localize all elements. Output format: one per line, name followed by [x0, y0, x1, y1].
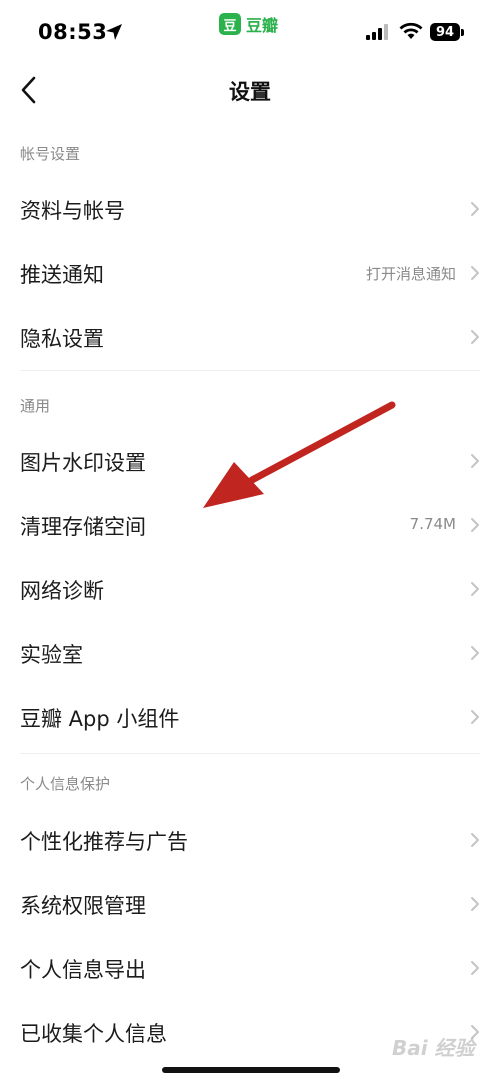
- chevron-right-icon: [471, 518, 479, 532]
- section-header-privacy-protection: 个人信息保护: [20, 775, 111, 793]
- battery-level: 94: [430, 23, 460, 41]
- section-divider: [20, 370, 480, 371]
- chevron-right-icon: [471, 202, 479, 216]
- row-network-diagnosis[interactable]: 网络诊断: [0, 557, 500, 621]
- app-name: 豆瓣: [246, 16, 279, 35]
- row-label: 已收集个人信息: [20, 1022, 167, 1046]
- row-image-watermark[interactable]: 图片水印设置: [0, 429, 500, 493]
- row-label: 实验室: [20, 643, 83, 667]
- chevron-right-icon: [471, 330, 479, 344]
- signal-icon: [366, 24, 388, 40]
- douban-logo-icon: 豆: [219, 13, 241, 35]
- row-clear-storage[interactable]: 清理存储空间 7.74M: [0, 493, 500, 557]
- chevron-right-icon: [471, 266, 479, 280]
- row-label: 资料与帐号: [20, 199, 125, 223]
- status-time: 08:53: [38, 20, 108, 44]
- row-personalized-ads[interactable]: 个性化推荐与广告: [0, 808, 500, 872]
- row-label: 推送通知: [20, 263, 104, 287]
- row-profile-account[interactable]: 资料与帐号: [0, 177, 500, 241]
- app-indicator: 豆 豆瓣: [219, 10, 278, 38]
- row-push-notifications[interactable]: 推送通知 打开消息通知: [0, 241, 500, 305]
- location-arrow-icon: [106, 24, 122, 40]
- wifi-icon: [399, 22, 423, 39]
- row-label: 豆瓣 App 小组件: [20, 707, 180, 731]
- chevron-right-icon: [471, 833, 479, 847]
- chevron-right-icon: [471, 897, 479, 911]
- chevron-right-icon: [471, 710, 479, 724]
- row-value: 7.74M: [409, 515, 456, 533]
- chevron-right-icon: [471, 646, 479, 660]
- row-export-personal-info[interactable]: 个人信息导出: [0, 936, 500, 1000]
- section-header-general: 通用: [20, 397, 51, 415]
- row-app-widget[interactable]: 豆瓣 App 小组件: [0, 685, 500, 749]
- row-value: 打开消息通知: [365, 265, 456, 283]
- row-label: 个性化推荐与广告: [20, 830, 188, 854]
- page-title: 设置: [229, 80, 271, 104]
- row-lab[interactable]: 实验室: [0, 621, 500, 685]
- status-bar: 08:53 豆 豆瓣 94: [0, 0, 500, 64]
- row-label: 隐私设置: [20, 327, 104, 351]
- section-divider: [20, 753, 480, 754]
- section-header-account: 帐号设置: [20, 145, 81, 163]
- chevron-right-icon: [471, 961, 479, 975]
- row-label: 网络诊断: [20, 579, 104, 603]
- row-system-permissions[interactable]: 系统权限管理: [0, 872, 500, 936]
- chevron-right-icon: [471, 454, 479, 468]
- row-label: 系统权限管理: [20, 894, 146, 918]
- baidu-watermark: Bai 经验: [392, 1036, 475, 1060]
- row-label: 个人信息导出: [20, 958, 146, 982]
- settings-screen: 08:53 豆 豆瓣 94 设置 帐号设置 资料与帐号 推送通知 打开消息通知 …: [0, 0, 500, 1083]
- battery-icon: 94: [430, 23, 464, 41]
- row-label: 图片水印设置: [20, 451, 146, 475]
- row-label: 清理存储空间: [20, 515, 146, 539]
- chevron-right-icon: [471, 582, 479, 596]
- nav-bar: 设置: [0, 64, 500, 116]
- home-indicator[interactable]: [162, 1067, 340, 1073]
- row-privacy-settings[interactable]: 隐私设置: [0, 305, 500, 369]
